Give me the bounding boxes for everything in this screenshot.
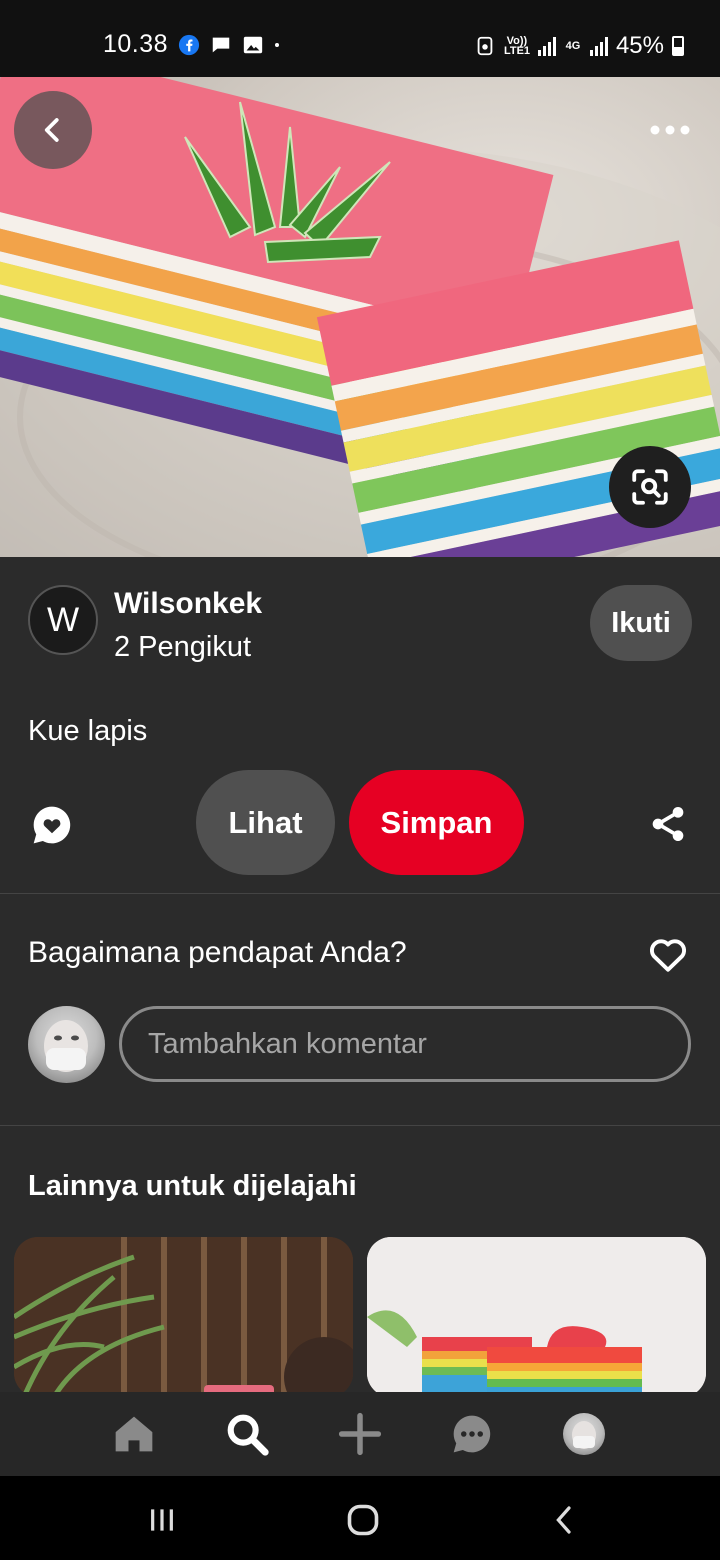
visual-search-icon [632, 469, 668, 505]
status-bar: 10.38 Vo)) LTE1 4G 45% [0, 0, 720, 77]
home-circle-icon [347, 1504, 379, 1536]
explore-card-image [367, 1237, 706, 1397]
follow-button[interactable]: Ikuti [590, 585, 692, 661]
pin-title: Kue lapis [28, 715, 148, 747]
status-right: Vo)) LTE1 4G 45% [474, 32, 684, 60]
visual-search-button[interactable] [609, 446, 691, 528]
author-followers: 2 Pengikut [114, 631, 252, 663]
nfc-icon [477, 36, 493, 56]
battery-icon [672, 36, 684, 56]
save-button[interactable]: Simpan [349, 770, 524, 875]
dot-icon [275, 43, 279, 47]
comments-prompt: Bagaimana pendapat Anda? [28, 936, 407, 969]
more-horizontal-icon [650, 125, 690, 135]
signal-icon [537, 36, 556, 56]
back-icon [556, 1506, 571, 1534]
notification-icons [178, 34, 286, 56]
recents-icon [151, 1509, 173, 1531]
signal-icon [589, 36, 608, 56]
nav-profile[interactable] [563, 1413, 605, 1455]
chevron-left-icon [44, 118, 59, 142]
nav-home[interactable] [110, 1410, 158, 1458]
system-nav-bar [0, 1476, 720, 1560]
recents-button[interactable] [142, 1500, 182, 1540]
search-icon [227, 1414, 269, 1456]
nav-create[interactable] [336, 1410, 384, 1458]
share-icon[interactable] [648, 804, 688, 844]
divider [0, 893, 720, 894]
back-system-button[interactable] [545, 1500, 585, 1540]
plus-icon [338, 1412, 382, 1456]
nav-messages[interactable] [448, 1410, 496, 1458]
explore-title: Lainnya untuk dijelajahi [28, 1170, 357, 1202]
messages-icon [453, 1415, 491, 1453]
user-photo [44, 1020, 88, 1072]
explore-card[interactable] [14, 1237, 353, 1397]
network-1-label: Vo)) LTE1 [503, 35, 531, 57]
bottom-nav [0, 1392, 720, 1476]
home-icon [115, 1416, 153, 1452]
status-time: 10.38 [103, 30, 169, 58]
home-system-button[interactable] [343, 1500, 383, 1540]
back-button[interactable] [14, 91, 92, 169]
battery-percent: 45% [615, 32, 664, 59]
comment-input[interactable] [119, 1006, 691, 1082]
chat-icon [212, 37, 230, 53]
heart-icon[interactable] [648, 937, 688, 973]
view-button[interactable]: Lihat [196, 770, 335, 875]
author-name[interactable]: Wilsonkek [114, 587, 262, 621]
action-row: Lihat Simpan [0, 770, 720, 876]
nav-search[interactable] [223, 1410, 271, 1458]
author-initial: W [46, 600, 80, 639]
message-heart-icon[interactable] [30, 803, 74, 847]
author-row: W Wilsonkek 2 Pengikut Ikuti [28, 585, 692, 665]
current-user-avatar [28, 1006, 105, 1083]
divider [0, 1125, 720, 1126]
network-2-label: 4G [565, 40, 581, 52]
explore-card[interactable] [367, 1237, 706, 1397]
explore-card-image [14, 1237, 353, 1397]
profile-avatar [572, 1421, 596, 1449]
facebook-icon [178, 34, 200, 56]
more-options-button[interactable] [646, 112, 694, 148]
author-avatar[interactable]: W [28, 585, 98, 655]
gallery-icon [243, 36, 263, 54]
